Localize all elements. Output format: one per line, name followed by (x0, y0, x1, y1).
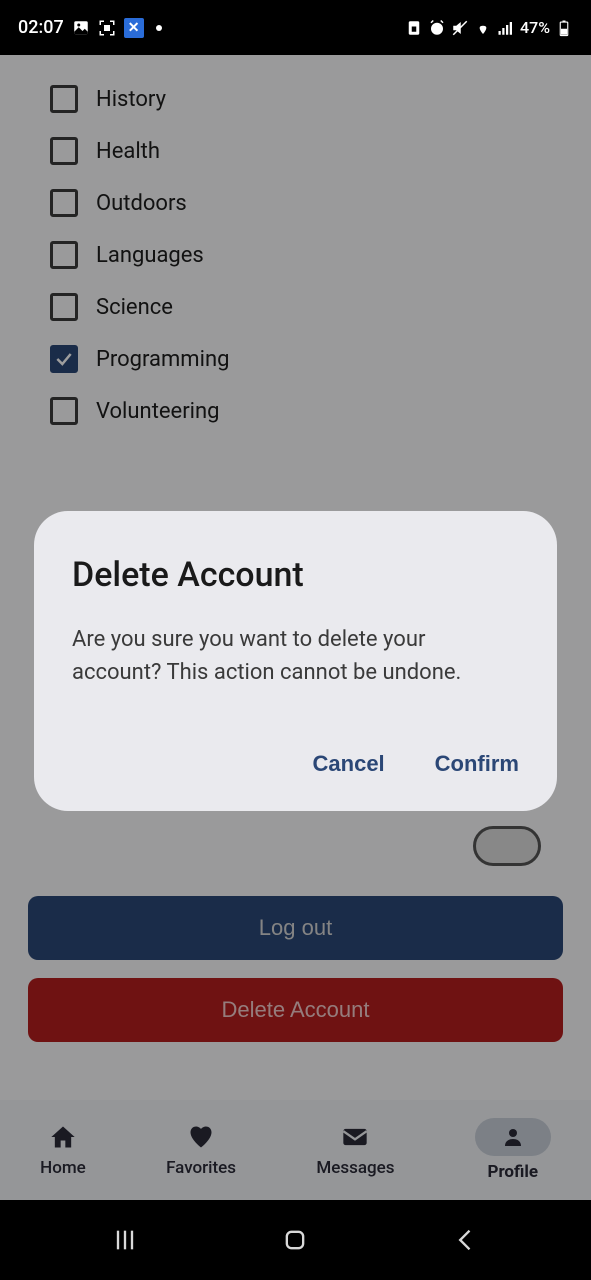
recents-button[interactable] (111, 1226, 139, 1254)
alarm-icon (428, 19, 446, 37)
status-left: 02:07 ✕ (18, 17, 162, 38)
dialog-actions: Cancel Confirm (72, 751, 519, 777)
status-bar: 02:07 ✕ 47% (0, 0, 591, 55)
x-app-icon: ✕ (124, 18, 144, 38)
app-area: History Health Outdoors Languages Scienc… (0, 55, 591, 1200)
mute-icon (451, 19, 469, 37)
cancel-button[interactable]: Cancel (313, 751, 385, 777)
confirm-button[interactable]: Confirm (435, 751, 519, 777)
status-right: 47% (405, 18, 573, 37)
fullscreen-icon (98, 19, 116, 37)
home-button[interactable] (281, 1226, 309, 1254)
image-icon (72, 19, 90, 37)
battery-percent: 47% (520, 18, 550, 37)
battery-icon (555, 19, 573, 37)
notification-dot-icon (156, 25, 162, 31)
dialog-body: Are you sure you want to delete your acc… (72, 623, 519, 689)
wifi-icon (474, 19, 492, 37)
back-button[interactable] (452, 1226, 480, 1254)
dialog-title: Delete Account (72, 555, 519, 595)
android-nav-bar (0, 1200, 591, 1280)
card-icon (405, 19, 423, 37)
status-time: 02:07 (18, 17, 64, 38)
signal-icon (497, 19, 515, 37)
delete-account-dialog: Delete Account Are you sure you want to … (34, 511, 557, 811)
